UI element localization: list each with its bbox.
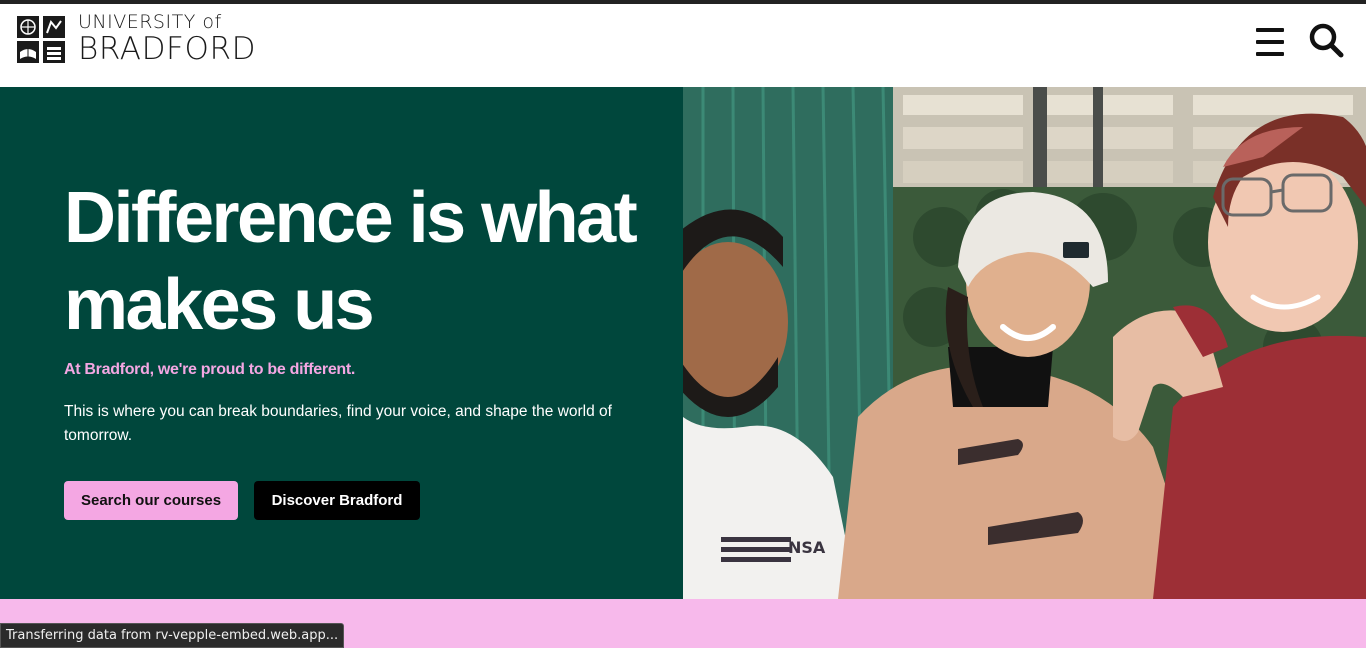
logo-line-university: UNIVERSITY of <box>78 11 222 33</box>
students-photo-illustration: NSA <box>683 87 1366 599</box>
discover-bradford-button[interactable]: Discover Bradford <box>254 481 420 520</box>
hamburger-menu-icon <box>1256 28 1284 56</box>
search-courses-button[interactable]: Search our courses <box>64 481 238 520</box>
shirt-logo-text: NSA <box>788 538 826 557</box>
hero-text-panel: Difference is what makes us At Bradford,… <box>0 87 683 599</box>
hero-photo-students: NSA <box>683 87 1366 599</box>
hero-body-text: This is where you can break boundaries, … <box>64 403 612 444</box>
search-button[interactable] <box>1306 20 1346 60</box>
search-icon <box>1309 23 1344 58</box>
university-crest-icon <box>16 14 66 64</box>
site-header: UNIVERSITY of BRADFORD <box>0 4 1366 87</box>
logo-line-bradford: BRADFORD <box>78 31 257 67</box>
browser-status-bar: Transferring data from rv-vepple-embed.w… <box>0 623 345 648</box>
menu-button[interactable] <box>1252 24 1288 60</box>
hero-section: Difference is what makes us At Bradford,… <box>0 87 1366 599</box>
hero-title: Difference is what makes us <box>64 178 638 345</box>
hero-subtitle: At Bradford, we're proud to be different… <box>64 361 356 378</box>
logo-wordmark: UNIVERSITY of BRADFORD <box>78 13 256 65</box>
university-logo[interactable]: UNIVERSITY of BRADFORD <box>16 13 256 65</box>
